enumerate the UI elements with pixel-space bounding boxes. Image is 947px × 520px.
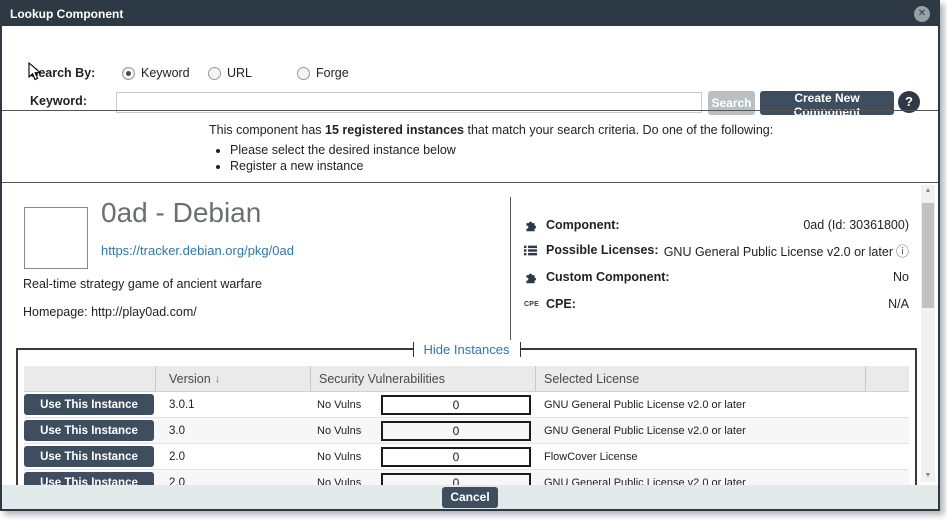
vulns-status: No Vulns bbox=[317, 451, 375, 463]
table-header-row: Version ↓ Security Vulnerabilities Selec… bbox=[24, 366, 909, 392]
component-homepage: Homepage: http://play0ad.com/ bbox=[23, 305, 197, 319]
header-vulnerabilities[interactable]: Security Vulnerabilities bbox=[311, 366, 536, 391]
cpe-value: N/A bbox=[888, 297, 909, 311]
scrollbar-thumb[interactable] bbox=[922, 203, 934, 308]
search-section: Search By: Keyword URL Forge Keyword: Se… bbox=[2, 26, 938, 110]
search-by-label: Search By: bbox=[30, 66, 95, 80]
radio-url-label: URL bbox=[227, 66, 252, 80]
component-description: Real-time strategy game of ancient warfa… bbox=[23, 277, 262, 291]
custom-component-value: No bbox=[893, 270, 909, 284]
use-this-instance-button[interactable]: Use This Instance bbox=[24, 394, 154, 415]
instances-table: Version ↓ Security Vulnerabilities Selec… bbox=[24, 366, 909, 485]
info-icon[interactable]: ⓘ bbox=[896, 244, 909, 259]
component-name: 0ad - Debian bbox=[101, 197, 261, 229]
vuln-count-box: 0 bbox=[381, 421, 531, 441]
detail-row-licenses: Possible Licenses: GNU General Public Li… bbox=[524, 241, 909, 259]
instance-row: Use This Instance 3.0 No Vulns 0 GNU Gen… bbox=[24, 418, 909, 444]
use-this-instance-button[interactable]: Use This Instance bbox=[24, 472, 154, 485]
header-version-label: Version bbox=[169, 372, 211, 386]
radio-keyword-circle[interactable] bbox=[122, 67, 135, 80]
radio-url-circle[interactable] bbox=[208, 67, 221, 80]
cpe-label: CPE: bbox=[546, 297, 576, 311]
component-id-value: 0ad (Id: 30361800) bbox=[803, 218, 909, 232]
dialog-titlebar: Lookup Component ✕ bbox=[2, 2, 938, 26]
header-license[interactable]: Selected License bbox=[536, 366, 866, 391]
bullet-register-instance: Register a new instance bbox=[230, 159, 456, 173]
vulns-status: No Vulns bbox=[317, 425, 375, 437]
radio-keyword-label: Keyword bbox=[141, 66, 190, 80]
puzzle-icon bbox=[524, 219, 546, 232]
close-icon[interactable]: ✕ bbox=[914, 6, 930, 22]
vuln-count-box: 0 bbox=[381, 395, 531, 415]
message-section: This component has 15 registered instanc… bbox=[2, 111, 938, 182]
scroll-down-icon[interactable]: ▼ bbox=[921, 470, 935, 482]
message-count: 15 registered instances bbox=[325, 123, 464, 137]
sort-desc-icon: ↓ bbox=[215, 373, 221, 385]
puzzle-icon bbox=[524, 271, 546, 284]
license-text: GNU General Public License v2.0 or later bbox=[664, 245, 893, 259]
component-content: 0ad - Debian https://tracker.debian.org/… bbox=[2, 183, 938, 485]
instance-row: Use This Instance 3.0.1 No Vulns 0 GNU G… bbox=[24, 392, 909, 418]
possible-licenses-value: GNU General Public License v2.0 or later… bbox=[664, 241, 909, 260]
scroll-up-icon[interactable]: ▲ bbox=[921, 185, 935, 197]
vuln-count-box: 0 bbox=[381, 473, 531, 486]
detail-row-cpe: CPE CPE: N/A bbox=[524, 295, 909, 313]
header-vulnerabilities-label: Security Vulnerabilities bbox=[319, 372, 445, 386]
header-spacer-column bbox=[866, 366, 909, 391]
header-license-label: Selected License bbox=[544, 372, 639, 386]
instance-row: Use This Instance 2.0 No Vulns 0 FlowCov… bbox=[24, 444, 909, 470]
instance-license: GNU General Public License v2.0 or later bbox=[536, 399, 866, 411]
keyword-label: Keyword: bbox=[30, 94, 87, 108]
radio-keyword[interactable]: Keyword bbox=[122, 66, 190, 80]
custom-component-label: Custom Component: bbox=[546, 270, 670, 284]
cancel-button[interactable]: Cancel bbox=[442, 487, 498, 508]
instance-version: 3.0.1 bbox=[156, 399, 311, 411]
vertical-scrollbar[interactable]: ▲ ▼ bbox=[921, 185, 935, 482]
dialog-footer: Cancel bbox=[2, 485, 938, 509]
component-link[interactable]: https://tracker.debian.org/pkg/0ad bbox=[101, 243, 294, 258]
component-id-label: Component: bbox=[546, 218, 620, 232]
vuln-count-box: 0 bbox=[381, 447, 531, 467]
possible-licenses-label: Possible Licenses: bbox=[546, 243, 659, 257]
message-prefix: This component has bbox=[209, 123, 325, 137]
component-thumbnail bbox=[24, 207, 88, 269]
message-bullet-list: Please select the desired instance below… bbox=[214, 143, 456, 175]
instance-version: 2.0 bbox=[156, 451, 311, 463]
vertical-divider bbox=[510, 197, 511, 340]
instance-row: Use This Instance 2.0 No Vulns 0 GNU Gen… bbox=[24, 470, 909, 485]
bullet-select-instance: Please select the desired instance below bbox=[230, 143, 456, 157]
lookup-component-dialog: Lookup Component ✕ Search By: Keyword UR… bbox=[0, 0, 940, 511]
radio-url[interactable]: URL bbox=[208, 66, 252, 80]
dialog-title: Lookup Component bbox=[10, 7, 123, 21]
instance-license: FlowCover License bbox=[536, 451, 866, 463]
instance-license: GNU General Public License v2.0 or later bbox=[536, 425, 866, 437]
radio-forge-label: Forge bbox=[316, 66, 349, 80]
vulns-status: No Vulns bbox=[317, 477, 375, 486]
instance-version: 2.0 bbox=[156, 477, 311, 486]
cpe-glyph: CPE bbox=[524, 301, 539, 308]
use-this-instance-button[interactable]: Use This Instance bbox=[24, 420, 154, 441]
cpe-icon: CPE bbox=[524, 301, 546, 308]
instances-panel: Hide Instances Version ↓ Security Vulner… bbox=[16, 348, 917, 485]
detail-row-custom: Custom Component: No bbox=[524, 268, 909, 286]
use-this-instance-button[interactable]: Use This Instance bbox=[24, 446, 154, 467]
detail-row-component: Component: 0ad (Id: 30361800) bbox=[524, 216, 909, 234]
vulns-status: No Vulns bbox=[317, 399, 375, 411]
instances-message: This component has 15 registered instanc… bbox=[209, 123, 773, 137]
header-action-column bbox=[24, 366, 156, 391]
message-suffix: that match your search criteria. Do one … bbox=[464, 123, 773, 137]
instance-license: GNU General Public License v2.0 or later bbox=[536, 477, 866, 486]
header-version[interactable]: Version ↓ bbox=[156, 366, 311, 391]
instance-version: 3.0 bbox=[156, 425, 311, 437]
hide-instances-toggle[interactable]: Hide Instances bbox=[413, 342, 521, 357]
hide-instances-legend: Hide Instances bbox=[18, 341, 915, 359]
radio-forge-circle[interactable] bbox=[297, 67, 310, 80]
list-icon bbox=[524, 244, 546, 257]
radio-forge[interactable]: Forge bbox=[297, 66, 349, 80]
